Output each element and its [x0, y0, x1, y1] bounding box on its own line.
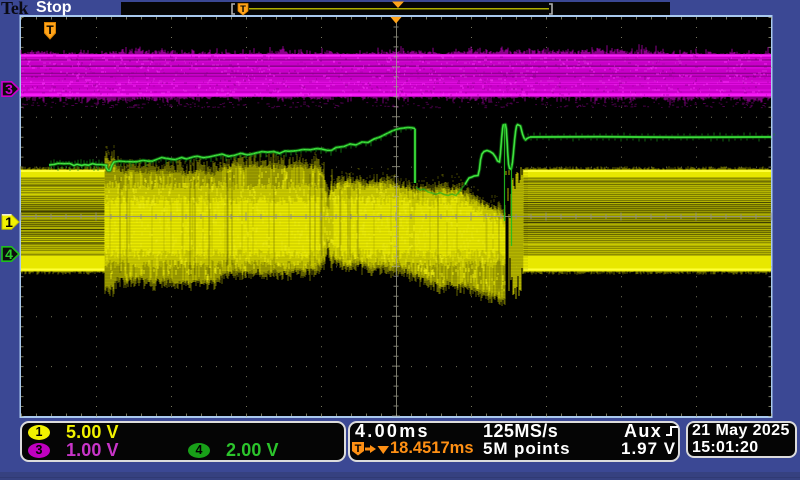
svg-text:T: T	[46, 23, 54, 37]
svg-text:1: 1	[5, 214, 13, 230]
svg-text:T: T	[240, 4, 246, 15]
svg-text:4: 4	[5, 246, 13, 262]
svg-text:3: 3	[5, 81, 13, 97]
svg-text:T: T	[355, 443, 362, 455]
